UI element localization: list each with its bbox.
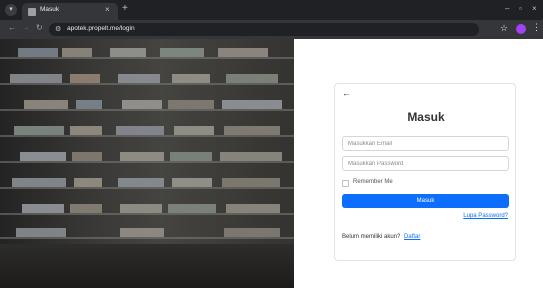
remember-me-label[interactable]: Remember Me	[353, 179, 393, 185]
tab-close-icon[interactable]: ×	[105, 5, 110, 14]
register-row: Belum memiliki akun? Daftar	[342, 234, 420, 240]
remember-me-checkbox[interactable]	[342, 180, 349, 187]
register-link[interactable]: Daftar	[404, 234, 420, 240]
back-icon[interactable]: ←	[8, 23, 16, 32]
maximize-icon[interactable]: ▫	[519, 4, 522, 13]
reload-icon[interactable]: ↻	[36, 23, 43, 32]
password-field[interactable]	[342, 156, 509, 171]
site-info-icon[interactable]: ⚙	[55, 25, 61, 33]
login-button[interactable]: Masuk	[342, 194, 509, 208]
browser-tab[interactable]: Masuk ×	[22, 3, 118, 20]
window-close-icon[interactable]: ×	[532, 4, 537, 13]
address-bar[interactable]: ⚙ apotek.propelt.me/login	[49, 23, 479, 36]
profile-avatar[interactable]	[516, 24, 526, 34]
url-text[interactable]: apotek.propelt.me/login	[67, 25, 135, 32]
login-title: Masuk	[407, 110, 445, 124]
pharmacy-shelves-image	[0, 39, 294, 288]
login-card: ← Masuk Remember Me Masuk Lupa Password?…	[334, 83, 516, 261]
browser-tab-bar: ▾ Masuk × + – ▫ ×	[0, 0, 543, 20]
tab-menu-icon[interactable]: ▾	[5, 4, 17, 16]
tab-title: Masuk	[40, 6, 60, 13]
email-field[interactable]	[342, 136, 509, 151]
forward-icon[interactable]: →	[22, 23, 30, 32]
favicon-icon	[28, 8, 36, 16]
page-content: ← Masuk Remember Me Masuk Lupa Password?…	[0, 39, 543, 288]
minimize-icon[interactable]: –	[505, 4, 509, 13]
more-menu-icon[interactable]: ⋮	[532, 22, 541, 33]
star-icon[interactable]: ☆	[500, 23, 508, 34]
forgot-password-link[interactable]: Lupa Password?	[463, 213, 508, 219]
back-arrow-icon[interactable]: ←	[342, 88, 351, 98]
browser-toolbar: ← → ↻ ⚙ apotek.propelt.me/login ☆ ⋮	[0, 20, 543, 39]
new-tab-icon[interactable]: +	[122, 4, 128, 14]
register-prompt: Belum memiliki akun?	[342, 234, 401, 240]
